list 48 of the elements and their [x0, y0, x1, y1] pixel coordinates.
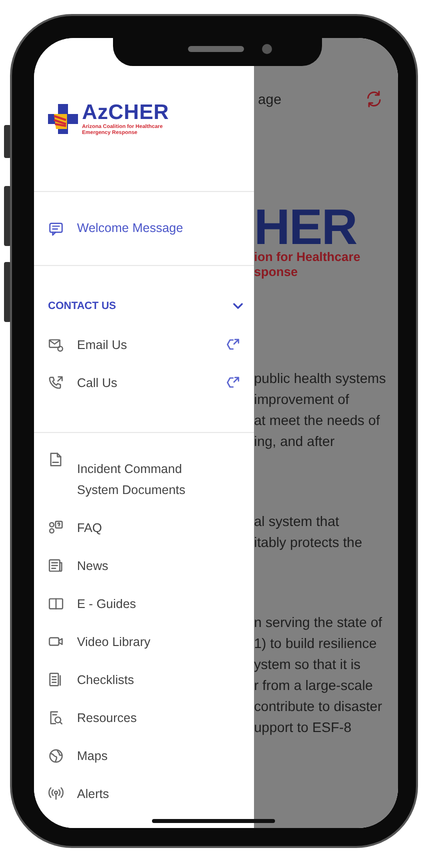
menu-item[interactable]: Alerts	[34, 775, 254, 813]
open-book-icon	[48, 596, 64, 612]
menu-item[interactable]: Incident Command System Documents	[34, 450, 254, 509]
paragraph-line: al system that	[254, 513, 340, 531]
hero-subtitle: ion for Healthcare	[254, 250, 362, 265]
paragraph-line: public health systems	[254, 370, 387, 388]
chevron-down-icon	[232, 300, 244, 312]
paragraph-line: 1) to build resilience	[254, 635, 378, 653]
menu-item[interactable]: Checklists	[34, 661, 254, 699]
paragraph-line: contribute to disaster	[254, 698, 384, 716]
paragraph-line: ing, and after	[254, 433, 336, 451]
front-camera	[262, 44, 272, 54]
chat-icon	[48, 220, 64, 236]
paragraph-line: n serving the state of	[254, 614, 384, 632]
logo-wordmark: AzCHER	[82, 102, 169, 124]
section-header[interactable]: CONTACT US	[34, 266, 254, 326]
phone-icon	[48, 375, 64, 391]
paragraph-line: upport to ESF-8	[254, 719, 352, 737]
paragraph-line: ystem so that it is	[254, 656, 362, 674]
page-title: age	[258, 91, 282, 107]
paragraph-line: at meet the needs of	[254, 412, 381, 430]
hero-title: HER	[254, 204, 357, 250]
document-icon	[48, 452, 64, 468]
menu-item[interactable]: Resources	[34, 699, 254, 737]
external-link-icon	[226, 338, 240, 352]
globe-icon	[48, 748, 64, 764]
paragraph-line: r from a large-scale	[254, 677, 374, 695]
speaker-grille	[188, 46, 244, 52]
question-bubble-icon	[48, 520, 64, 536]
menu-item[interactable]: Email Us	[34, 326, 254, 364]
external-link-icon	[226, 376, 240, 390]
envelope-icon	[48, 337, 64, 353]
menu-item[interactable]: Call Us	[34, 364, 254, 402]
section-title: CONTACT US	[48, 300, 116, 312]
broadcast-icon	[48, 786, 64, 802]
checklist-icon	[48, 672, 64, 688]
menu-item[interactable]: FAQ	[34, 509, 254, 547]
newspaper-icon	[48, 558, 64, 574]
menu-item[interactable]: Maps	[34, 737, 254, 775]
menu-item[interactable]: Welcome Message	[34, 210, 254, 248]
cross-logo-icon	[47, 102, 79, 134]
search-document-icon	[48, 710, 64, 726]
paragraph-line: itably protects the	[254, 534, 364, 552]
menu-item[interactable]: E - Guides	[34, 585, 254, 623]
paragraph-line: improvement of	[254, 391, 350, 409]
menu-item[interactable]: News	[34, 547, 254, 585]
menu-item[interactable]: Video Library	[34, 623, 254, 661]
hero-subtitle: sponse	[254, 265, 299, 280]
